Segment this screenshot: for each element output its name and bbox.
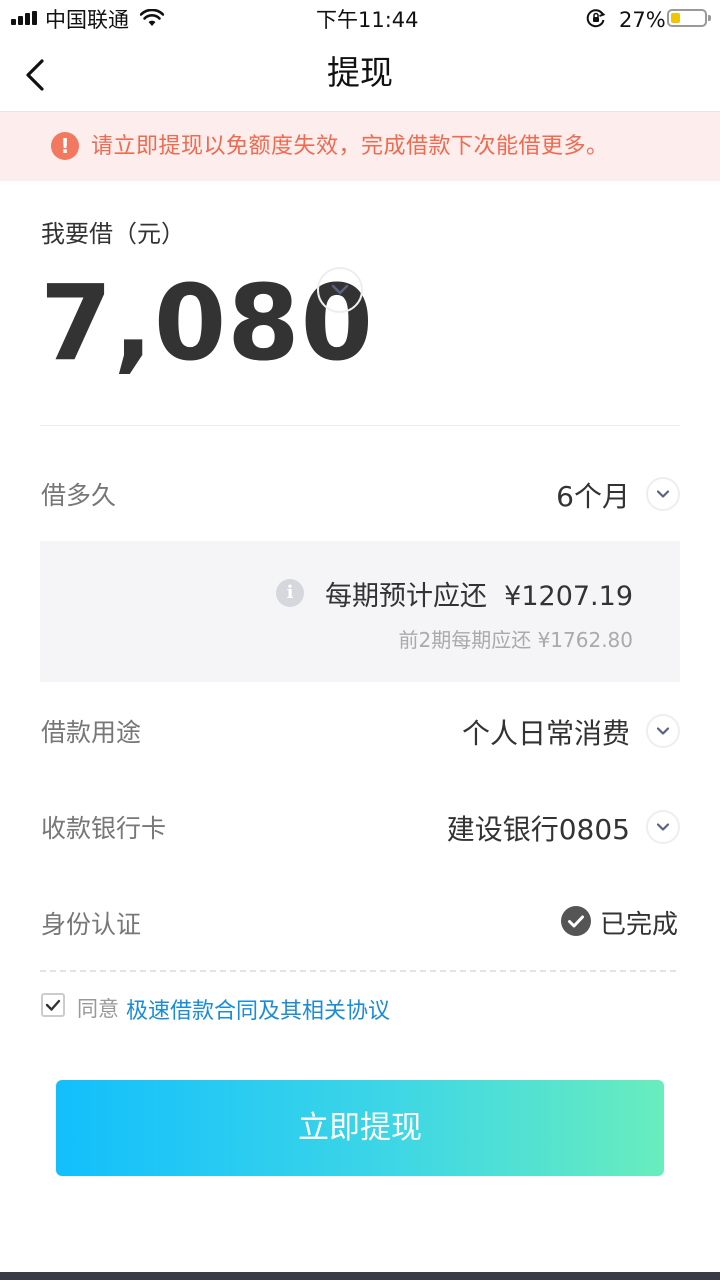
- identity-label: 身份认证: [41, 910, 142, 939]
- rotation-lock-icon: [586, 9, 606, 28]
- bank-card-value[interactable]: 建设银行0805: [447, 808, 630, 848]
- check-icon: [45, 999, 61, 1011]
- identity-status: 已完成: [599, 910, 678, 940]
- battery-percent: 27%: [619, 8, 666, 32]
- chevron-down-icon: [656, 490, 670, 498]
- chevron-down-icon: [331, 284, 349, 295]
- chevron-down-icon: [656, 823, 670, 831]
- battery-icon: [667, 9, 711, 27]
- repayment-per-period: 每期预计应还 ¥1207.19: [325, 581, 633, 612]
- alert-icon: !: [51, 132, 79, 160]
- term-value[interactable]: 6个月: [556, 475, 630, 515]
- nav-bar: 提现: [0, 40, 720, 112]
- amount-dropdown-button[interactable]: [317, 267, 363, 313]
- notice-text: 请立即提现以免额度失效，完成借款下次能借更多。: [91, 134, 609, 159]
- purpose-dropdown-button[interactable]: [646, 714, 680, 748]
- info-icon[interactable]: i: [276, 579, 304, 607]
- repayment-first-periods: 前2期每期应还 ¥1762.80: [398, 628, 633, 652]
- bank-card-dropdown-button[interactable]: [646, 810, 680, 844]
- carrier-name: 中国联通: [45, 8, 129, 32]
- chevron-down-icon: [656, 727, 670, 735]
- notice-banner: ! 请立即提现以免额度失效，完成借款下次能借更多。: [0, 112, 720, 181]
- bottom-banner-edge: [0, 1272, 720, 1280]
- status-bar: 中国联通 下午11:44 27%: [0, 0, 720, 40]
- signal-icon: [11, 11, 39, 25]
- page-title: 提现: [327, 53, 393, 92]
- agreement-checkbox[interactable]: [41, 993, 65, 1017]
- withdraw-now-button[interactable]: 立即提现: [56, 1080, 664, 1176]
- amount-label: 我要借（元）: [41, 220, 185, 248]
- agreement-prefix: 同意: [77, 997, 119, 1021]
- term-label: 借多久: [41, 481, 117, 510]
- purpose-value[interactable]: 个人日常消费: [462, 712, 630, 752]
- status-time: 下午11:44: [316, 8, 419, 32]
- check-circle-icon: [561, 906, 591, 936]
- bank-card-label: 收款银行卡: [41, 814, 167, 843]
- term-dropdown-button[interactable]: [646, 477, 680, 511]
- agreement-link[interactable]: 极速借款合同及其相关协议: [126, 993, 390, 1025]
- dashed-divider: [40, 970, 676, 972]
- purpose-label: 借款用途: [41, 718, 142, 747]
- divider: [40, 425, 680, 426]
- wifi-icon: [140, 9, 164, 26]
